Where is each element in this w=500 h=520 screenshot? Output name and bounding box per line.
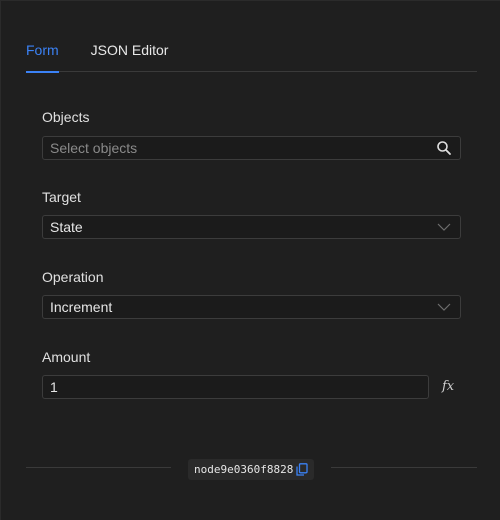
amount-label: Amount	[42, 349, 91, 365]
target-dropdown[interactable]: State	[42, 215, 461, 239]
copy-icon[interactable]	[296, 463, 308, 476]
target-value: State	[50, 219, 83, 235]
properties-panel: Form JSON Editor Objects Select objects …	[0, 0, 500, 520]
node-id-text: node9e0360f8828	[194, 463, 294, 476]
tab-form[interactable]: Form	[26, 41, 59, 73]
operation-label: Operation	[42, 269, 104, 285]
fx-toggle-button[interactable]: fx	[442, 379, 454, 394]
chevron-down-icon	[437, 303, 451, 311]
tab-json-editor[interactable]: JSON Editor	[91, 41, 169, 72]
objects-select[interactable]: Select objects	[42, 136, 461, 160]
footer-divider-right	[331, 467, 477, 468]
search-icon[interactable]	[436, 140, 452, 156]
tab-bar: Form JSON Editor	[26, 41, 477, 73]
target-label: Target	[42, 189, 81, 205]
operation-dropdown[interactable]: Increment	[42, 295, 461, 319]
footer-divider-left	[26, 467, 171, 468]
operation-value: Increment	[50, 299, 113, 315]
chevron-down-icon	[437, 223, 451, 231]
amount-value: 1	[50, 379, 58, 395]
node-id-badge: node9e0360f8828	[188, 459, 314, 480]
objects-placeholder: Select objects	[50, 140, 138, 156]
objects-label: Objects	[42, 109, 90, 125]
amount-input[interactable]: 1	[42, 375, 429, 399]
